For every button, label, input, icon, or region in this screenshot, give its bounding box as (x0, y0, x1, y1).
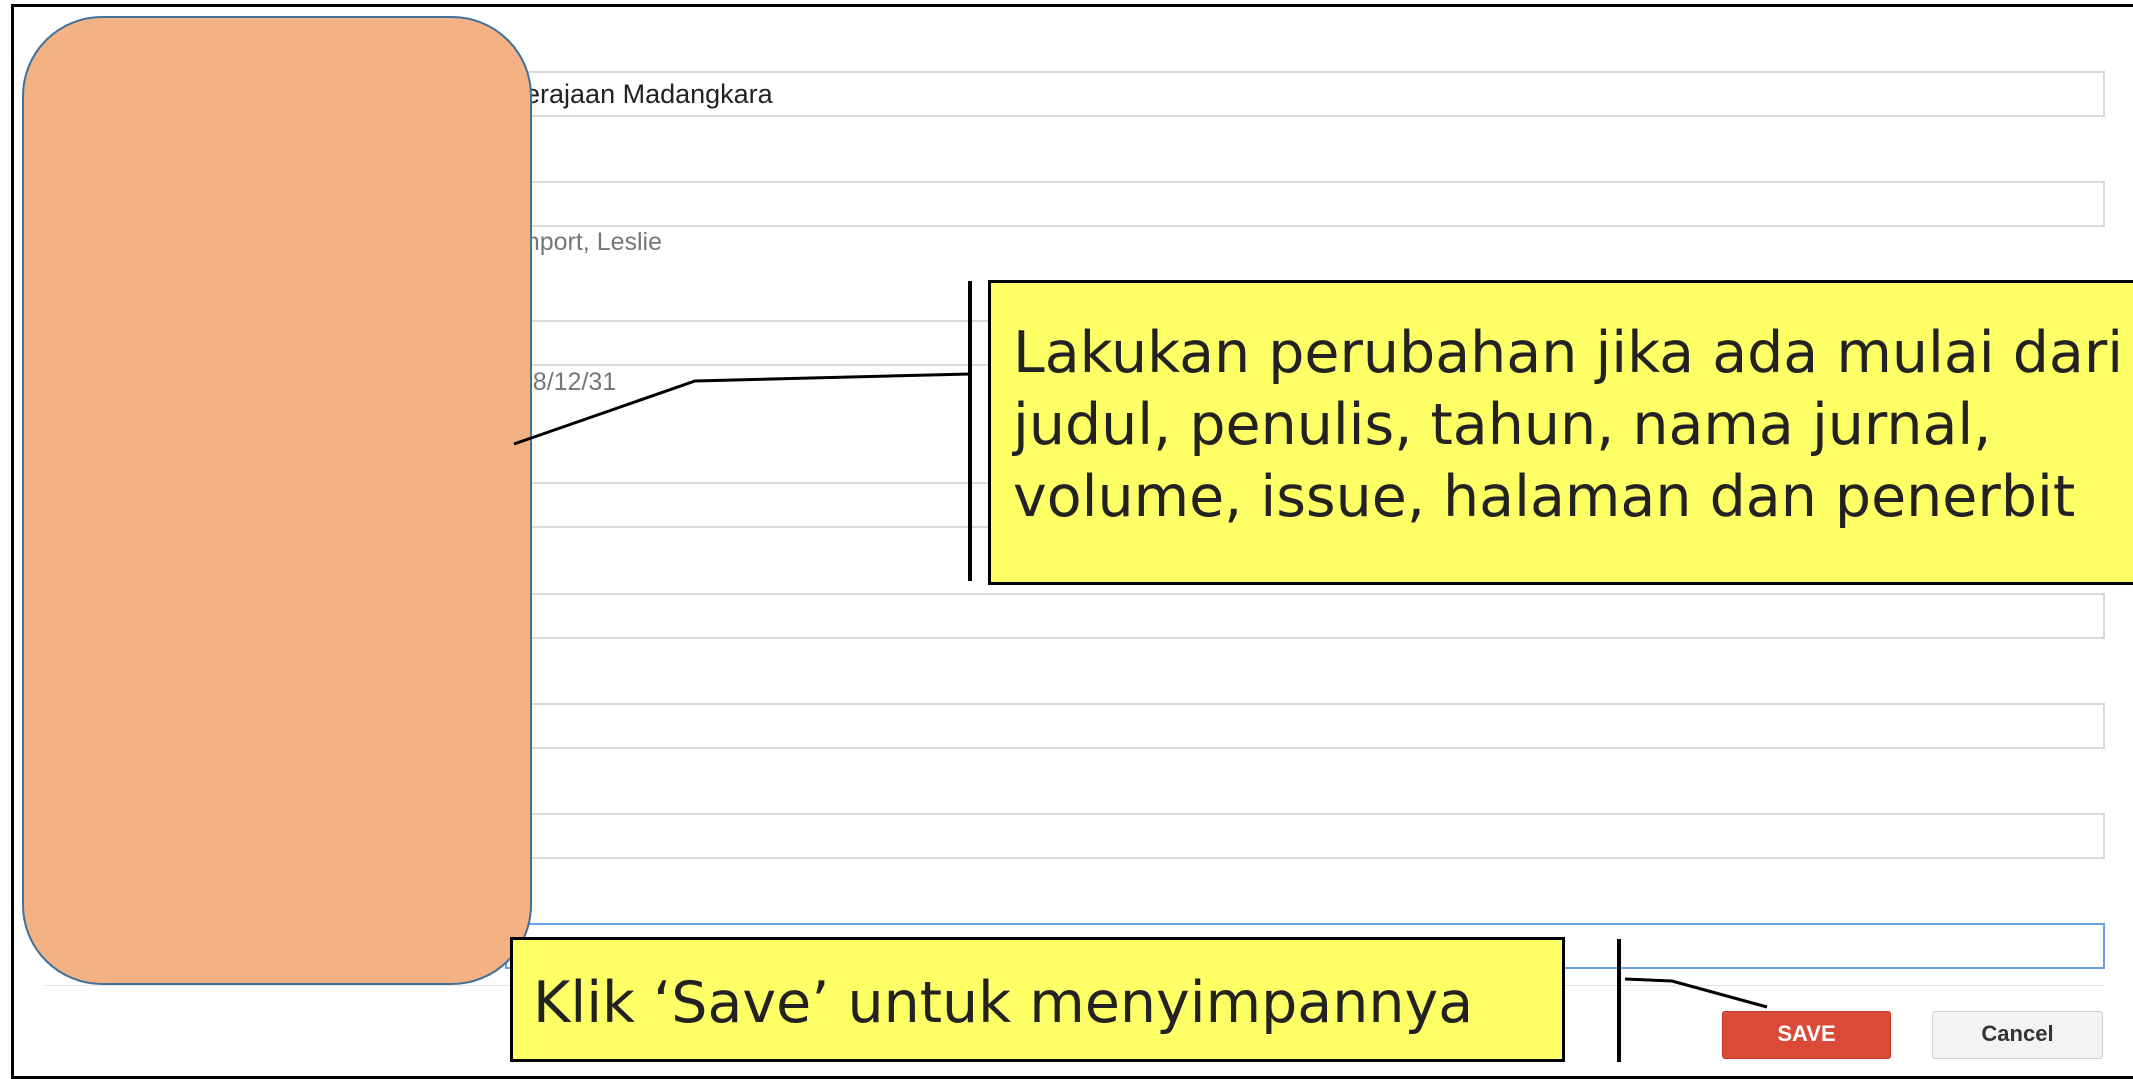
edit-callout-bracket (968, 281, 972, 581)
edit-instruction-line-3: volume, issue, halaman dan penerbit (1013, 464, 2076, 530)
edit-instruction-line-2: judul, penulis, tahun, nama jurnal, (1013, 392, 1992, 458)
save-instruction-text: Klik ‘Save’ untuk menyimpannya (533, 970, 1474, 1036)
save-callout-bracket (1617, 939, 1621, 1062)
save-instruction-callout: Klik ‘Save’ untuk menyimpannya (510, 937, 1565, 1062)
edit-callout-connector (513, 372, 971, 446)
save-callout-connector (1624, 977, 1768, 1009)
edit-instruction-line-1: Lakukan perubahan jika ada mulai dari (1013, 320, 2124, 386)
edit-instruction-callout: Lakukan perubahan jika ada mulai dari ju… (988, 280, 2133, 585)
